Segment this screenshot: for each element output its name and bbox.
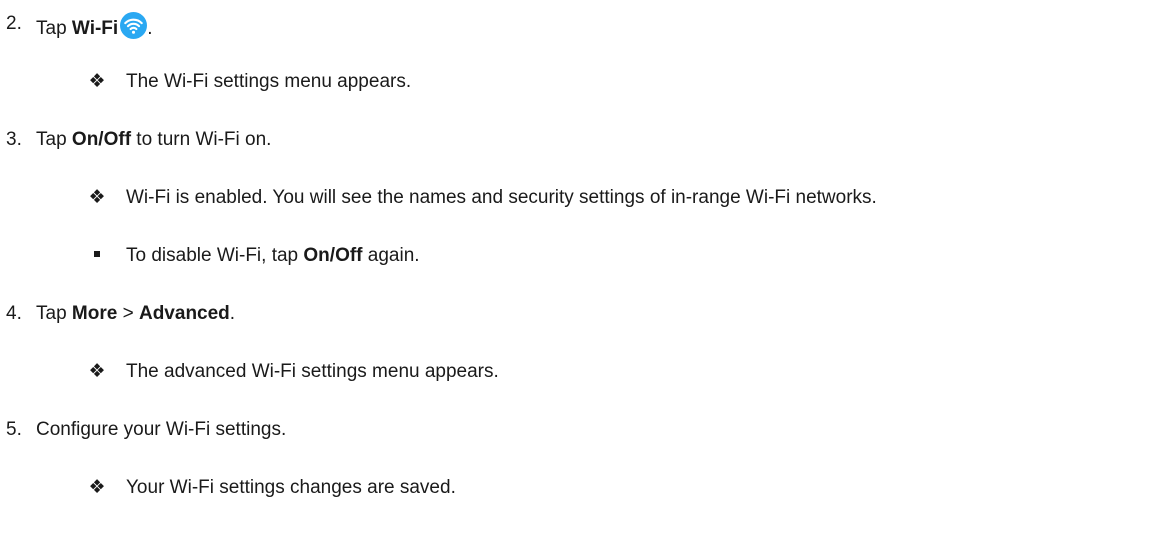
note-text: Wi-Fi is enabled. You will see the names… bbox=[126, 187, 877, 208]
more-label: More bbox=[71, 303, 118, 324]
on-off-label: On/Off bbox=[71, 129, 132, 150]
step-number: 3. bbox=[6, 129, 22, 150]
note-text: The Wi-Fi settings menu appears. bbox=[126, 71, 412, 92]
wifi-label: Wi-Fi bbox=[71, 18, 119, 39]
advanced-label: Advanced bbox=[138, 303, 230, 324]
diamond-bullet-icon: ❖ bbox=[88, 361, 106, 382]
wifi-icon bbox=[118, 12, 148, 39]
step-number: 2. bbox=[6, 13, 22, 34]
step-text: Tap On/Off to turn Wi-Fi on. bbox=[36, 129, 272, 150]
square-bullet-icon bbox=[87, 244, 107, 268]
diamond-bullet-icon: ❖ bbox=[88, 477, 106, 498]
step-text: Tap Wi-Fi . bbox=[36, 12, 152, 41]
step-number: 5. bbox=[6, 419, 22, 440]
note-text: The advanced Wi-Fi settings menu appears… bbox=[126, 361, 499, 382]
step-text: Tap More > Advanced. bbox=[36, 303, 236, 324]
diamond-bullet-icon: ❖ bbox=[88, 187, 106, 208]
note-text: To disable Wi-Fi, tap On/Off again. bbox=[126, 245, 420, 266]
step-text: Configure your Wi-Fi settings. bbox=[36, 419, 287, 440]
note-text: Your Wi-Fi settings changes are saved. bbox=[126, 477, 456, 498]
on-off-label: On/Off bbox=[303, 245, 363, 266]
diamond-bullet-icon: ❖ bbox=[88, 71, 106, 92]
step-number: 4. bbox=[6, 303, 22, 324]
